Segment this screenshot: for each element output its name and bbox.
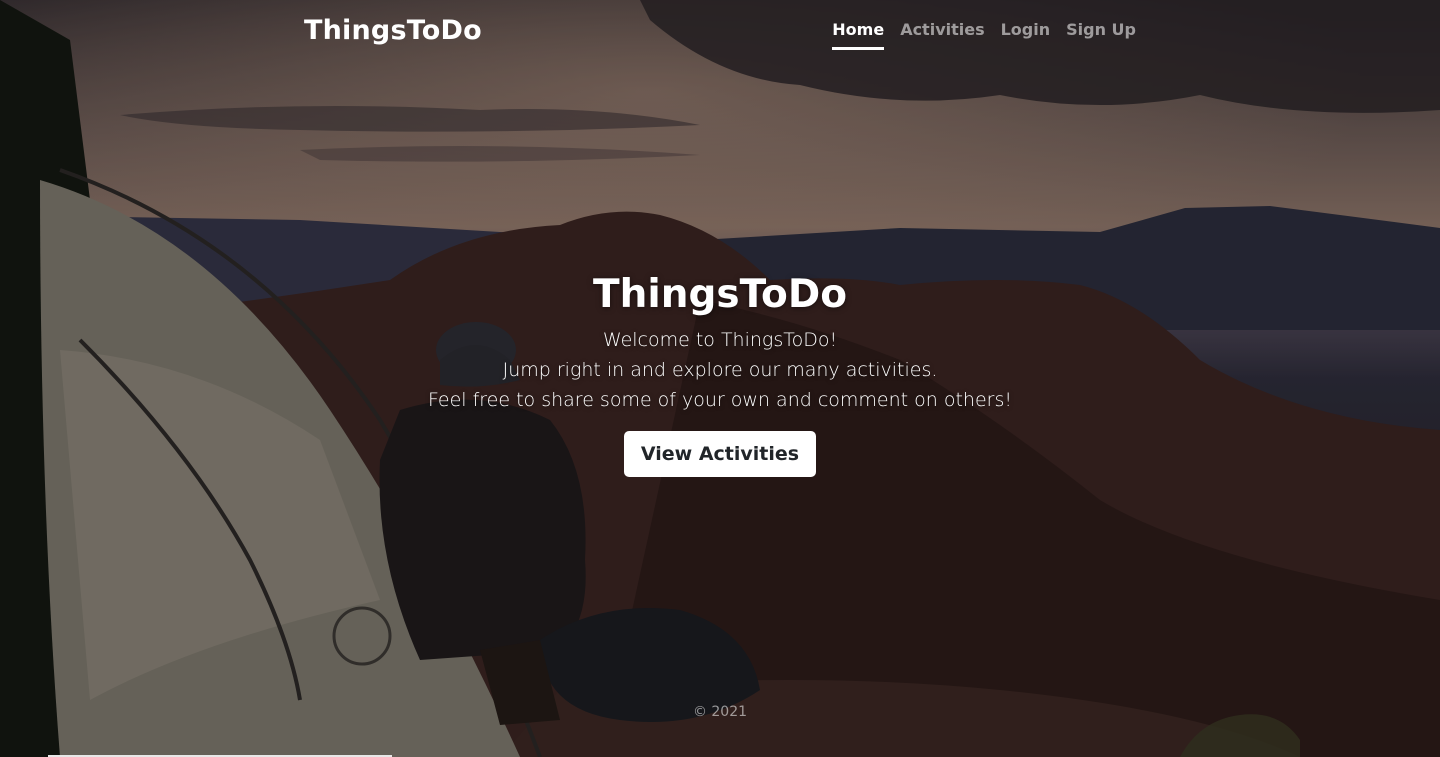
brand-logo-link[interactable]: ThingsToDo — [304, 15, 482, 46]
nav-link-sign-up[interactable]: Sign Up — [1066, 20, 1136, 50]
nav-links: Home Activities Login Sign Up — [832, 20, 1136, 50]
nav-link-login[interactable]: Login — [1001, 20, 1051, 50]
nav-link-activities[interactable]: Activities — [900, 20, 984, 50]
hero-explore-text: Jump right in and explore our many activ… — [502, 359, 938, 381]
hero-share-text: Feel free to share some of your own and … — [428, 389, 1012, 411]
hero-welcome-text: Welcome to ThingsToDo! — [602, 329, 838, 351]
hero-title: ThingsToDo — [592, 272, 847, 317]
top-navbar: ThingsToDo Home Activities Login Sign Up — [0, 0, 1440, 64]
nav-link-home[interactable]: Home — [832, 20, 885, 50]
view-activities-button[interactable]: View Activities — [623, 431, 817, 477]
hero-section: ThingsToDo Welcome to ThingsToDo! Jump r… — [0, 272, 1440, 477]
footer-copyright: © 2021 — [692, 704, 748, 720]
